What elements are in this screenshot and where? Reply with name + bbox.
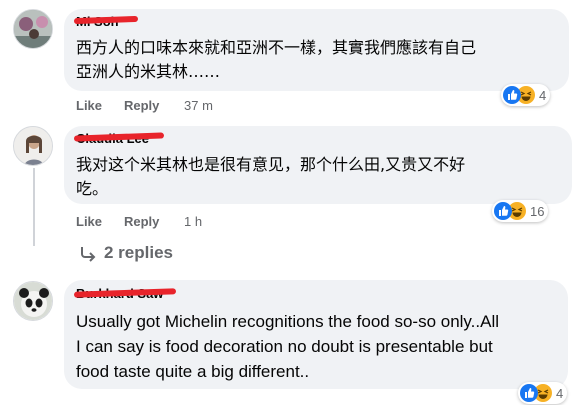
reactions-summary[interactable]: 4: [501, 84, 551, 106]
comment-text: 我对这个米其林也是很有意见，那个什么田,又贵又不好 吃。: [76, 153, 561, 201]
reaction-count: 4: [556, 385, 564, 401]
comment-text-line: 吃。: [76, 179, 109, 198]
thread-line: [33, 168, 35, 228]
avatar[interactable]: [13, 9, 53, 49]
comment-text: 西方人的口味本來就和亞洲不一樣，其實我們應該有自己 亞洲人的米其林……: [76, 36, 561, 84]
avatar[interactable]: [13, 281, 53, 321]
reply-arrow-icon: [81, 247, 96, 262]
panda-avatar-icon: [14, 282, 52, 320]
reaction-count: 4: [539, 87, 547, 103]
reply-button[interactable]: Reply: [124, 98, 159, 113]
like-icon: [520, 384, 538, 402]
reply-button[interactable]: Reply: [124, 214, 159, 229]
comment-text-line: 我对这个米其林也是很有意见，那个什么田,又贵又不好: [76, 155, 466, 174]
avatar-photo-icon: [14, 10, 52, 48]
comment-text: Usually got Michelin recognitions the fo…: [76, 309, 566, 384]
timestamp[interactable]: 37 m: [184, 98, 213, 113]
comment-text-line: Usually got Michelin recognitions the fo…: [76, 312, 500, 331]
timestamp[interactable]: 1 h: [184, 214, 202, 229]
reaction-count: 16: [530, 203, 545, 219]
comment-text-line: food taste quite a big different..: [76, 362, 310, 381]
avatar-photo-icon: [14, 127, 52, 165]
like-button[interactable]: Like: [76, 98, 102, 113]
thread-line-curve: [33, 226, 35, 246]
comment-text-line: 西方人的口味本來就和亞洲不一樣，其實我們應該有自己: [76, 38, 477, 57]
comment-text-line: I can say is food decoration no doubt is…: [76, 337, 493, 356]
comment-text-line: 亞洲人的米其林……: [76, 62, 221, 81]
avatar[interactable]: [13, 126, 53, 166]
reactions-summary[interactable]: 16: [492, 200, 549, 222]
replies-label[interactable]: 2 replies: [104, 243, 173, 263]
like-icon: [494, 202, 512, 220]
like-icon: [503, 86, 521, 104]
like-button[interactable]: Like: [76, 214, 102, 229]
